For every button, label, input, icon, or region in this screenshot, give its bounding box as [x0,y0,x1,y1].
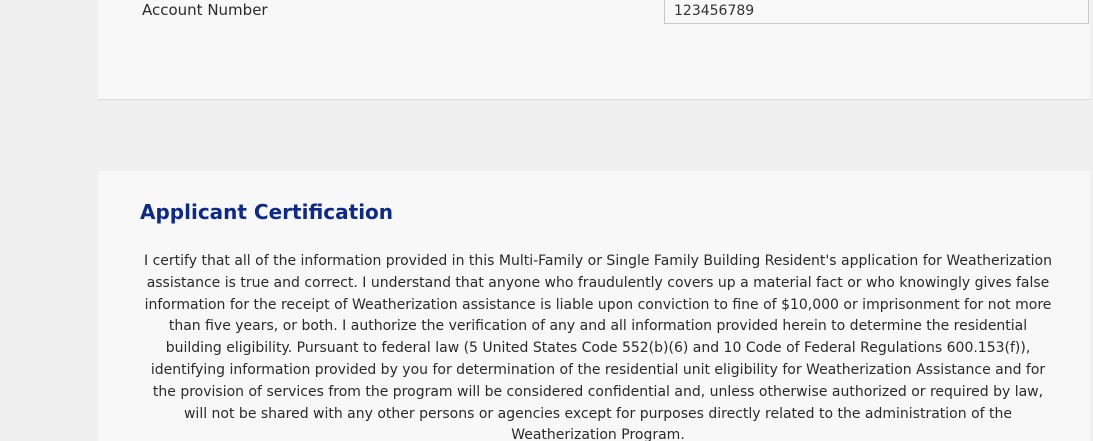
certification-title: Applicant Certification [140,200,394,224]
account-section: Account Number [98,0,1090,100]
account-number-input[interactable] [664,0,1089,24]
account-number-label: Account Number [142,1,268,19]
applicant-certification-section: Applicant Certification I certify that a… [98,171,1090,441]
certification-text: I certify that all of the information pr… [144,253,1052,441]
application-form-page: Account Number Applicant Certification I… [0,0,1093,441]
